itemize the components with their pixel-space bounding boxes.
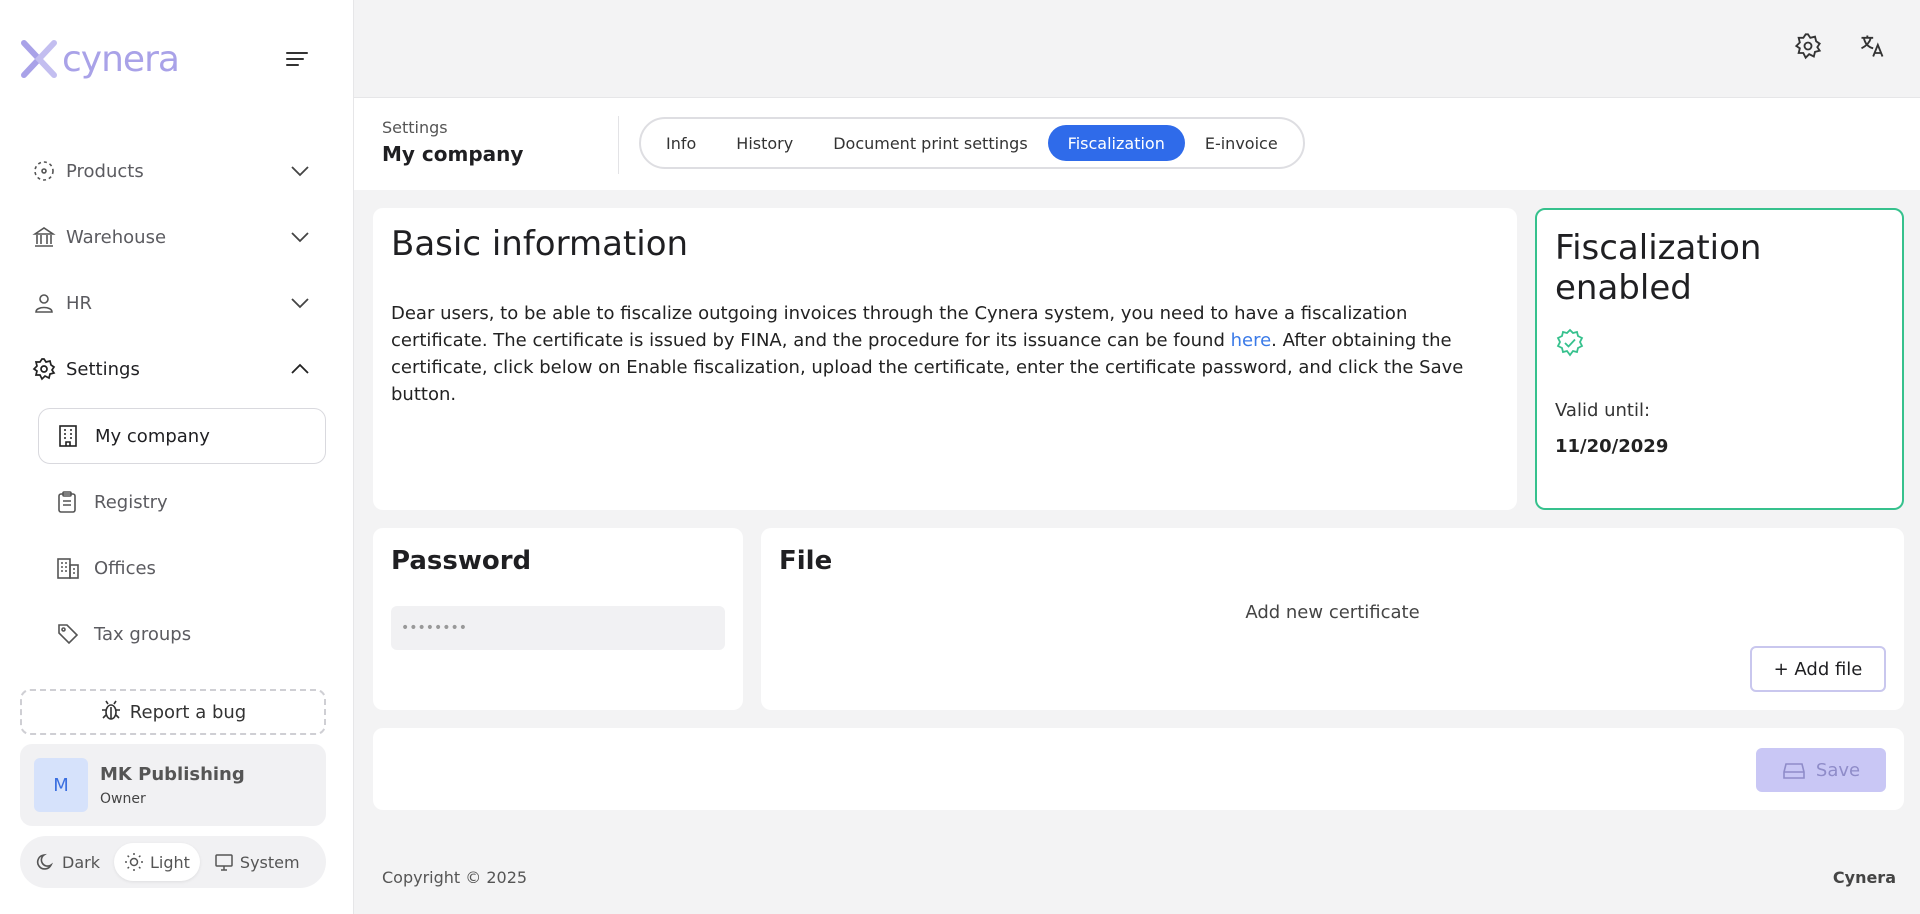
logo-text: cynera bbox=[62, 38, 180, 80]
tab-info[interactable]: Info bbox=[646, 125, 716, 161]
theme-light-option[interactable]: Light bbox=[113, 843, 200, 881]
user-name: MK Publishing bbox=[100, 763, 245, 785]
nav-label: Settings bbox=[66, 358, 140, 380]
topbar bbox=[354, 0, 1920, 98]
sidebar-item-my-company[interactable]: My company bbox=[38, 408, 326, 464]
tab-document-print-settings[interactable]: Document print settings bbox=[813, 125, 1047, 161]
user-icon bbox=[32, 291, 66, 315]
gear-icon[interactable] bbox=[1794, 32, 1822, 60]
valid-until-label: Valid until: bbox=[1555, 400, 1651, 421]
footer-brand: Cynera bbox=[1832, 868, 1896, 887]
file-card: File Add new certificate + Add file bbox=[761, 528, 1904, 710]
tab-e-invoice[interactable]: E-invoice bbox=[1185, 125, 1298, 161]
bank-icon bbox=[32, 225, 66, 249]
password-title: Password bbox=[391, 546, 532, 576]
file-hint: Add new certificate bbox=[1245, 602, 1420, 623]
report-bug-button[interactable]: Report a bug bbox=[20, 689, 326, 735]
fiscalization-status-card: Fiscalization enabled Valid until: 11/20… bbox=[1535, 208, 1904, 510]
chevron-down-icon bbox=[286, 165, 314, 177]
dashed-box-icon bbox=[32, 159, 66, 183]
add-file-button[interactable]: + Add file bbox=[1750, 646, 1886, 692]
theme-switch: Dark Light System bbox=[20, 836, 326, 888]
valid-until-date: 11/20/2029 bbox=[1555, 436, 1669, 457]
translate-icon[interactable] bbox=[1858, 32, 1886, 60]
avatar: M bbox=[34, 758, 88, 812]
building-icon bbox=[57, 424, 95, 448]
sun-icon bbox=[124, 853, 143, 871]
copyright: Copyright © 2025 bbox=[382, 868, 528, 887]
file-title: File bbox=[779, 546, 833, 576]
save-label: Save bbox=[1815, 759, 1861, 781]
menu-toggle-icon[interactable] bbox=[286, 48, 312, 70]
tab-history[interactable]: History bbox=[716, 125, 813, 161]
chevron-up-icon bbox=[286, 363, 314, 375]
drive-icon bbox=[1783, 763, 1805, 779]
divider bbox=[618, 116, 619, 174]
sidebar-item-tax-groups[interactable]: Tax groups bbox=[38, 606, 326, 662]
sidebar-item-label: My company bbox=[95, 425, 210, 447]
nav-label: Warehouse bbox=[66, 226, 167, 248]
tag-icon bbox=[56, 622, 94, 646]
user-card[interactable]: M MK Publishing Owner bbox=[20, 744, 326, 826]
sidebar-item-offices[interactable]: Offices bbox=[38, 540, 326, 596]
monitor-icon bbox=[215, 854, 233, 871]
tabs: Info History Document print settings Fis… bbox=[639, 117, 1305, 169]
page-title: My company bbox=[382, 142, 524, 166]
nav-label: HR bbox=[66, 292, 93, 314]
chevron-down-icon bbox=[286, 297, 314, 309]
fiscalization-title: Fiscalization enabled bbox=[1555, 228, 1762, 308]
sidebar: cynera Products Warehouse HR Settings My… bbox=[0, 0, 354, 914]
save-card: Save bbox=[373, 728, 1904, 810]
check-badge-icon bbox=[1555, 328, 1884, 362]
logo[interactable]: cynera bbox=[20, 38, 180, 80]
tab-fiscalization[interactable]: Fiscalization bbox=[1047, 125, 1185, 161]
theme-option-label: Dark bbox=[62, 852, 100, 872]
theme-dark-option[interactable]: Dark bbox=[26, 843, 110, 881]
cynera-logo-icon bbox=[21, 40, 57, 78]
info-text: Dear users, to be able to fiscalize outg… bbox=[391, 300, 1499, 408]
card-title: Basic information bbox=[391, 224, 689, 264]
sidebar-item-label: Offices bbox=[94, 557, 156, 579]
theme-option-label: System bbox=[239, 852, 300, 872]
page-header: Settings My company Info History Documen… bbox=[354, 98, 1920, 190]
nav-label: Products bbox=[66, 160, 144, 182]
gear-icon bbox=[32, 357, 66, 381]
breadcrumb: Settings bbox=[382, 118, 448, 137]
fina-link[interactable]: here bbox=[1231, 330, 1272, 351]
chevron-down-icon bbox=[286, 231, 314, 243]
theme-option-label: Light bbox=[149, 852, 190, 872]
office-building-icon bbox=[56, 556, 94, 580]
sidebar-item-label: Registry bbox=[94, 491, 168, 513]
save-button[interactable]: Save bbox=[1756, 748, 1886, 792]
password-input[interactable] bbox=[391, 606, 725, 650]
nav-item-settings[interactable]: Settings bbox=[32, 347, 314, 391]
clipboard-icon bbox=[56, 490, 94, 514]
user-role: Owner bbox=[100, 790, 146, 807]
bug-icon bbox=[100, 699, 122, 726]
nav-item-hr[interactable]: HR bbox=[32, 281, 314, 325]
theme-system-option[interactable]: System bbox=[204, 843, 310, 881]
nav-item-warehouse[interactable]: Warehouse bbox=[32, 215, 314, 259]
report-bug-label: Report a bug bbox=[129, 701, 247, 723]
moon-icon bbox=[36, 853, 54, 870]
basic-information-card: Basic information Dear users, to be able… bbox=[373, 208, 1517, 510]
nav-item-products[interactable]: Products bbox=[32, 149, 314, 193]
sidebar-item-label: Tax groups bbox=[94, 623, 192, 645]
password-card: Password bbox=[373, 528, 743, 710]
sidebar-item-registry[interactable]: Registry bbox=[38, 474, 326, 530]
